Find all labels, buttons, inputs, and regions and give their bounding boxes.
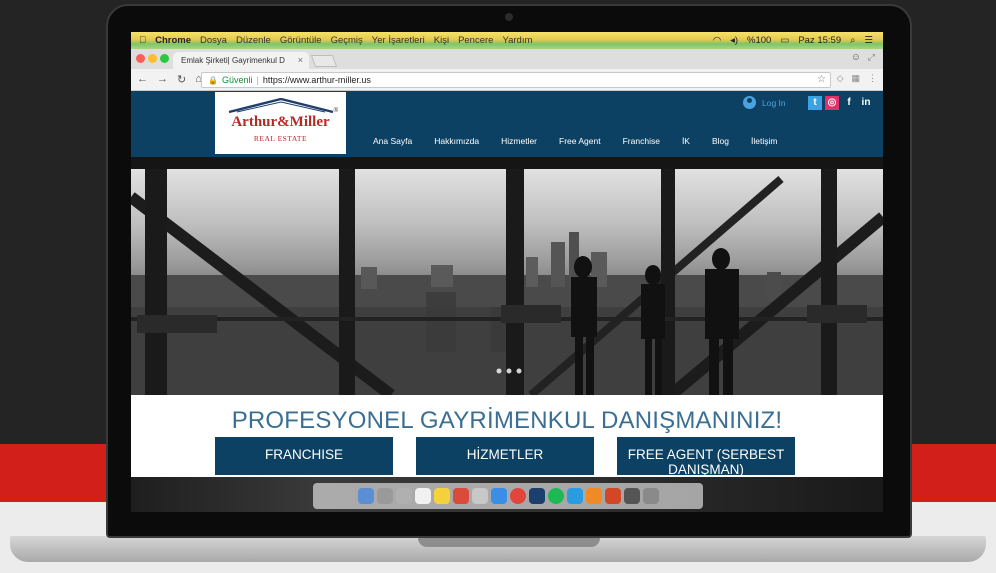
- downloads-icon[interactable]: [623, 488, 640, 504]
- social-links: t ◎ f in: [808, 96, 873, 110]
- menu-people[interactable]: Kişi: [434, 35, 449, 46]
- nav-blog[interactable]: Blog: [712, 136, 729, 146]
- bookmark-star-icon[interactable]: ☆: [817, 74, 826, 85]
- tagline: PROFESYONEL GAYRİMENKUL DANIŞMANINIZ!: [231, 407, 783, 434]
- battery-icon[interactable]: ▭: [780, 35, 789, 46]
- site-nav: Ana Sayfa Hakkımızda Hizmetler Free Agen…: [373, 136, 777, 146]
- zoom-window-icon[interactable]: [160, 54, 169, 63]
- trash-icon[interactable]: [642, 488, 659, 504]
- app-menu[interactable]: Chrome: [155, 35, 191, 46]
- launchpad-icon[interactable]: [376, 488, 393, 504]
- menu-help[interactable]: Yardım: [502, 35, 532, 46]
- back-icon[interactable]: ←: [137, 73, 148, 86]
- nav-hr[interactable]: İK: [682, 136, 690, 146]
- nav-services[interactable]: Hizmetler: [501, 136, 537, 146]
- site-logo[interactable]: ® Arthur&Miller REAL ESTATE: [215, 92, 346, 154]
- spotlight-icon[interactable]: ⌕: [850, 35, 855, 46]
- word-icon[interactable]: [566, 488, 583, 504]
- omnibox-separator: |: [256, 75, 259, 85]
- volume-icon[interactable]: ◂): [730, 35, 738, 46]
- secure-label: Güvenli: [221, 75, 253, 85]
- lock-icon: 🔒: [208, 75, 218, 85]
- forward-icon[interactable]: →: [157, 73, 168, 86]
- browser-tab-strip: Emlak Şirketi| Gayrimenkul D × ☺ ⤢: [131, 49, 883, 69]
- webcam: [505, 13, 513, 21]
- extension-icon[interactable]: ◇: [837, 73, 844, 84]
- url-text: https://www.arthur-miller.us: [262, 75, 371, 85]
- minimize-window-icon[interactable]: [148, 54, 157, 63]
- menu-view[interactable]: Görüntüle: [280, 35, 322, 46]
- hero-image: [131, 157, 883, 395]
- nav-free-agent[interactable]: Free Agent: [559, 136, 601, 146]
- menu-history[interactable]: Geçmiş: [331, 35, 363, 46]
- nav-about[interactable]: Hakkımızda: [434, 136, 479, 146]
- user-icon: [743, 96, 756, 109]
- tab-title: Emlak Şirketi| Gayrimenkul D: [181, 56, 285, 65]
- tab-close-icon[interactable]: ×: [298, 55, 303, 65]
- calendar-icon[interactable]: [414, 488, 431, 504]
- linkedin-icon[interactable]: in: [859, 96, 873, 110]
- menu-clock[interactable]: Paz 15:59: [798, 35, 841, 46]
- free-agent-button[interactable]: FREE AGENT (SERBEST DANIŞMAN): [617, 437, 795, 475]
- menu-bookmarks[interactable]: Yer İşaretleri: [372, 35, 425, 46]
- spotify-icon[interactable]: [547, 488, 564, 504]
- battery-percent[interactable]: %100: [747, 35, 771, 46]
- login-label: Log In: [762, 97, 786, 108]
- powerpoint-icon[interactable]: [604, 488, 621, 504]
- nav-home[interactable]: Ana Sayfa: [373, 136, 412, 146]
- macos-menu-bar:  Chrome Dosya Düzenle Görüntüle Geçmiş …: [131, 32, 883, 49]
- browser-tab[interactable]: Emlak Şirketi| Gayrimenkul D ×: [173, 52, 309, 69]
- vlc-icon[interactable]: [585, 488, 602, 504]
- app-store-icon[interactable]: [490, 488, 507, 504]
- wifi-icon[interactable]: ◠: [713, 35, 721, 46]
- notification-center-icon[interactable]: ☰: [864, 35, 873, 46]
- preview-icon[interactable]: [395, 488, 412, 504]
- new-tab-button[interactable]: [310, 55, 338, 67]
- nav-franchise[interactable]: Franchise: [623, 136, 660, 146]
- browser-toolbar: ← → ↻ ⌂ 🔒 Güvenli | https://www.arthur-m…: [131, 69, 883, 91]
- chrome-menu-icon[interactable]: ⋮: [868, 73, 877, 84]
- laptop-screen:  Chrome Dosya Düzenle Görüntüle Geçmiş …: [131, 32, 883, 512]
- desktop-strip: [131, 477, 883, 512]
- close-window-icon[interactable]: [136, 54, 145, 63]
- login-link[interactable]: Log In: [743, 96, 786, 109]
- instagram-icon[interactable]: ◎: [825, 96, 839, 110]
- window-controls: [136, 54, 169, 63]
- finder-icon[interactable]: [357, 488, 374, 504]
- photoshop-icon[interactable]: [528, 488, 545, 504]
- twitter-icon[interactable]: t: [808, 96, 822, 110]
- apple-menu-icon[interactable]: : [139, 35, 146, 46]
- hero-cityscape-illustration: [131, 157, 883, 395]
- textedit-icon[interactable]: [471, 488, 488, 504]
- tagline-section: PROFESYONEL GAYRİMENKUL DANIŞMANINIZ! FR…: [131, 395, 883, 477]
- extension-grid-icon[interactable]: ▦: [851, 73, 860, 84]
- macos-dock: [313, 483, 703, 509]
- reload-icon[interactable]: ↻: [177, 73, 186, 86]
- site-header: ® Arthur&Miller REAL ESTATE Ana Sayfa Ha…: [131, 91, 883, 157]
- fullscreen-icon[interactable]: ⤢: [868, 52, 875, 63]
- profile-icon[interactable]: ☺: [851, 52, 861, 63]
- address-bar[interactable]: 🔒 Güvenli | https://www.arthur-miller.us…: [201, 72, 831, 88]
- menu-edit[interactable]: Düzenle: [236, 35, 271, 46]
- services-button[interactable]: HİZMETLER: [416, 437, 594, 475]
- facebook-icon[interactable]: f: [842, 96, 856, 110]
- franchise-button[interactable]: FRANCHISE: [215, 437, 393, 475]
- photo-booth-icon[interactable]: [452, 488, 469, 504]
- logo-subtitle: REAL ESTATE: [253, 134, 308, 143]
- menu-file[interactable]: Dosya: [200, 35, 227, 46]
- nav-contact[interactable]: İletişim: [751, 136, 777, 146]
- menu-window[interactable]: Pencere: [458, 35, 493, 46]
- chrome-icon[interactable]: [509, 488, 526, 504]
- notes-icon[interactable]: [433, 488, 450, 504]
- logo-name: Arthur&Miller: [231, 114, 330, 130]
- logo-roof-icon: [228, 98, 334, 114]
